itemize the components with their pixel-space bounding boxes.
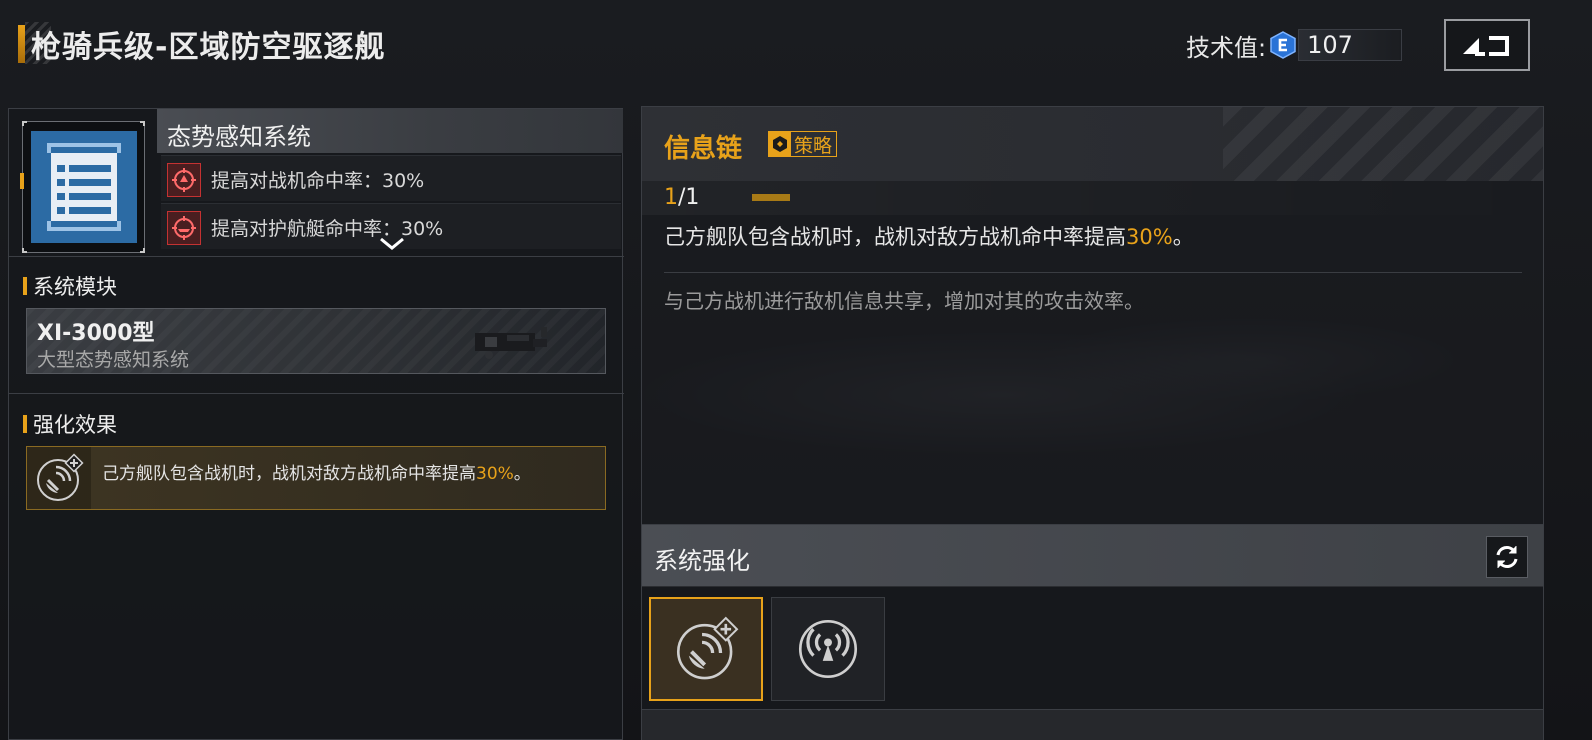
enhance-slot-selected[interactable] (649, 597, 763, 701)
skill-detail-panel: 信息链 策略 1/1 己方舰队包含战机时，战机对敌方战机命中率提高30%。 与己… (641, 106, 1544, 526)
hexagon-icon (769, 132, 791, 156)
skill-level-pip (752, 194, 790, 201)
skill-name: 信息链 (664, 134, 743, 164)
crosshair-plane-icon (167, 163, 201, 197)
skill-level-max: 1 (685, 185, 700, 210)
system-effect-row: 提高对战机命中率：30% (161, 155, 621, 201)
list-icon (31, 131, 137, 243)
module-name: XI-3000型 (37, 321, 155, 346)
module-heading-text: 系统模块 (33, 275, 117, 299)
back-arrow-icon (1463, 36, 1509, 56)
strategy-tag-label: 策略 (794, 134, 833, 157)
strategy-tag: 策略 (768, 131, 838, 157)
tech-value-display: 技术值: 107 (1186, 28, 1403, 62)
bottom-strip (642, 709, 1543, 740)
skill-description: 己方舰队包含战机时，战机对敌方战机命中率提高30%。 (664, 225, 1194, 249)
enhancement-effect-card[interactable]: 己方舰队包含战机时，战机对敌方战机命中率提高30%。 (26, 446, 606, 510)
module-subtitle: 大型态势感知系统 (37, 349, 190, 371)
enhancement-heading: 强化效果 (23, 409, 117, 439)
crosshair-ship-icon (167, 211, 201, 245)
refresh-icon (1496, 546, 1518, 568)
skill-level-row: 1/1 (642, 181, 1543, 215)
enhancement-effect-text: 己方舰队包含战机时，战机对敌方战机命中率提高30%。 (102, 464, 531, 484)
system-card[interactable]: 态势感知系统 提高对战机命中率：30% 提高对护航艇命中率：30% (9, 109, 624, 257)
skill-header: 信息链 策略 (642, 107, 1543, 181)
system-icon-frame (22, 121, 145, 253)
satellite-dish-icon (676, 616, 739, 680)
skill-value: 30% (1126, 225, 1173, 249)
system-effect-text: 提高对战机命中率：30% (211, 170, 425, 192)
tech-label: 技术值: (1186, 33, 1267, 62)
system-panel: 态势感知系统 提高对战机命中率：30% 提高对护航艇命中率：30% 系统模块 X… (8, 108, 624, 740)
system-enhance-section: 系统强化 (641, 524, 1544, 740)
radio-tower-icon (798, 619, 858, 679)
skill-flavor-text: 与己方战机进行敌机信息共享，增加对其的攻击效率。 (664, 289, 1144, 313)
module-heading: 系统模块 (23, 271, 117, 301)
title-accent (18, 25, 25, 63)
enhancement-value: 30% (476, 464, 514, 484)
section-divider (9, 393, 624, 394)
chevron-down-icon[interactable] (379, 236, 405, 256)
page-title: 枪骑兵级-区域防空驱逐舰 (31, 30, 386, 65)
module-card[interactable]: XI-3000型 大型态势感知系统 (26, 308, 606, 374)
description-divider (664, 272, 1522, 273)
refresh-button[interactable] (1486, 536, 1528, 578)
page-title-bar: 枪骑兵级-区域防空驱逐舰 (18, 22, 385, 66)
enhancement-heading-text: 强化效果 (33, 413, 117, 437)
satellite-dish-icon (27, 447, 91, 509)
back-button[interactable] (1444, 19, 1530, 71)
enhance-slot[interactable] (771, 597, 885, 701)
skill-level: 1/1 (664, 185, 700, 210)
system-card-marker (20, 173, 24, 189)
system-enhance-header: 系统强化 (642, 525, 1543, 587)
module-device-image (475, 327, 547, 359)
tech-value: 107 (1298, 29, 1403, 61)
system-name: 态势感知系统 (167, 123, 311, 151)
skill-level-current: 1 (664, 185, 678, 210)
system-effect-text: 提高对护航艇命中率：30% (211, 218, 444, 240)
system-enhance-title: 系统强化 (654, 547, 750, 575)
tech-point-icon (1270, 31, 1296, 59)
